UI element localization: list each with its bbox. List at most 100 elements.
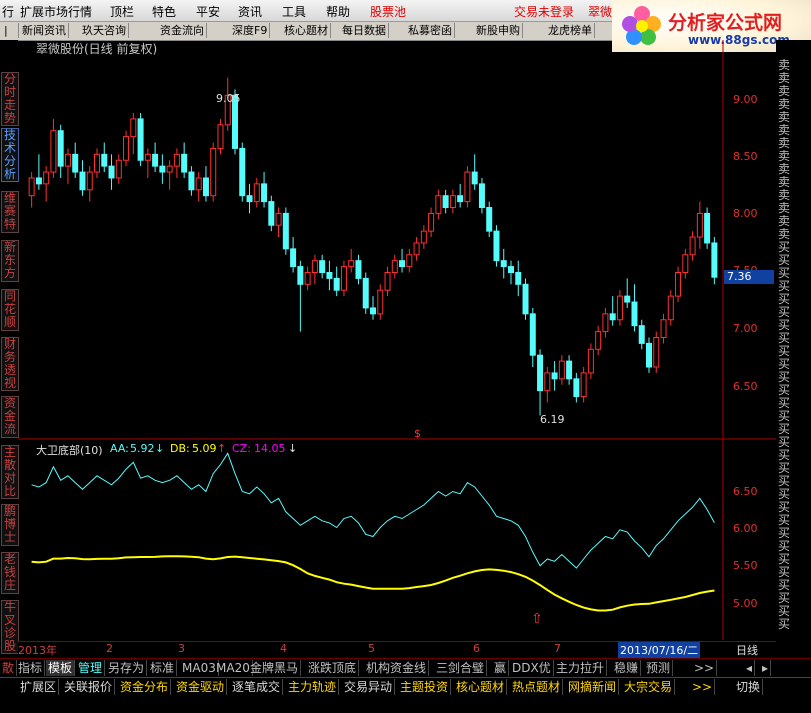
indicator-tab-bar: 散 指标 模板 管理 另存为 标准 MA03 MA20 金牌黑马 涨跌顶底 机构…	[0, 658, 811, 677]
menu-item-tools[interactable]: 工具	[282, 3, 306, 20]
tab-capital-drive[interactable]: 资金驱动	[174, 679, 228, 695]
indicator-db-value: 5.09	[192, 442, 217, 455]
trade-account[interactable]: 翠微	[588, 3, 612, 20]
sidebar-item-tonghuashun[interactable]: 同花顺	[1, 289, 19, 331]
scroll-left-icon[interactable]: ◂	[744, 660, 756, 676]
candle-body	[86, 171, 93, 191]
period-label[interactable]: 日线	[736, 642, 758, 658]
tab-extension[interactable]: 扩展区	[18, 679, 60, 695]
candle-body	[667, 295, 674, 321]
tab-tick-trade[interactable]: 逐笔成交	[230, 679, 284, 695]
menu-item-help[interactable]: 帮助	[326, 3, 350, 20]
tab-inst-capital[interactable]: 机构资金线	[364, 660, 430, 676]
toolbar-capital-flow[interactable]: 资金流向	[158, 23, 207, 38]
candle-body	[609, 313, 616, 321]
candle-body	[348, 260, 355, 268]
candle-body	[653, 336, 660, 368]
tab-capital-dist[interactable]: 资金分布	[118, 679, 172, 695]
indicator-chart[interactable]: ⇧	[18, 440, 776, 640]
candle-body	[64, 153, 71, 167]
menu-item-pingan[interactable]: 平安	[196, 3, 220, 20]
scroll-right-icon[interactable]: ▸	[760, 660, 772, 676]
high-annotation: 9.05	[216, 92, 241, 105]
indicator-tick: 6.00	[733, 522, 758, 535]
tab-more2[interactable]: >>	[690, 679, 716, 695]
sidebar-item-niucha[interactable]: 牛叉诊股	[1, 600, 19, 654]
toolbar-daily-data[interactable]: 每日数据	[340, 23, 389, 38]
toolbar-scroll-left[interactable]: |	[2, 23, 19, 38]
candle-body	[370, 307, 376, 315]
candle-body	[449, 195, 456, 209]
tab-scroll[interactable]: 散	[0, 660, 18, 676]
sidebar-item-timeshare[interactable]: 分时走势	[1, 72, 19, 126]
tab-main-rise[interactable]: 主力拉升	[554, 660, 608, 676]
tab-trade-anomaly[interactable]: 交易异动	[342, 679, 396, 695]
trade-login-status[interactable]: 交易未登录	[514, 3, 574, 20]
tab-win[interactable]: 赢	[492, 660, 510, 676]
tab-standard[interactable]: 标准	[148, 660, 178, 676]
candle-body	[696, 212, 703, 238]
indicator-aa-value: 5.92	[130, 442, 155, 455]
tab-manage[interactable]: 管理	[76, 660, 106, 676]
tab-more[interactable]: >>	[692, 660, 718, 676]
candle-body	[587, 348, 594, 374]
sidebar-item-finance[interactable]: 财务透视	[1, 337, 19, 391]
tab-related-quote[interactable]: 关联报价	[62, 679, 116, 695]
toolbar-f9[interactable]: 深度F9	[230, 23, 271, 38]
tab-web-news[interactable]: 网摘新闻	[566, 679, 620, 695]
tab-gold-horse[interactable]: 金牌黑马	[248, 660, 302, 676]
sidebar-item-main-vs-retail[interactable]: 主散对比	[1, 445, 19, 499]
menu-item-topbar[interactable]: 顶栏	[110, 3, 134, 20]
price-tick: 6.50	[733, 380, 758, 393]
candle-body	[239, 147, 246, 197]
candle-body	[631, 301, 638, 327]
tab-core-theme[interactable]: 核心题材	[454, 679, 508, 695]
toolbar-jiutian[interactable]: 玖天咨询	[80, 23, 129, 38]
tab-hot-theme[interactable]: 热点题材	[510, 679, 564, 695]
menu-item-feature[interactable]: 特色	[152, 3, 176, 20]
tab-main-track[interactable]: 主力轨迹	[286, 679, 340, 695]
sidebar-item-laoqianzhuang[interactable]: 老钱庄	[1, 552, 19, 594]
sidebar-item-xindongfang[interactable]: 新东方	[1, 240, 19, 282]
tab-switch[interactable]: 切换	[734, 679, 764, 695]
toolbar-dragon-tiger[interactable]: 龙虎榜单	[546, 23, 595, 38]
toolbar-news[interactable]: 新闻资讯	[20, 23, 69, 38]
tab-steady[interactable]: 稳赚	[612, 660, 642, 676]
date-month: 6	[473, 642, 480, 655]
menu-item-news[interactable]: 资讯	[238, 3, 262, 20]
sidebar-item-technical[interactable]: 技术分析	[1, 128, 19, 182]
tab-indicator[interactable]: 指标	[16, 660, 46, 676]
menu-item-stockpool[interactable]: 股票池	[370, 3, 406, 20]
candle-body	[500, 260, 507, 268]
tab-block-trade[interactable]: 大宗交易	[622, 679, 676, 695]
toolbar-core-theme[interactable]: 核心题材	[282, 23, 331, 38]
sidebar-item-pengboshi[interactable]: 鹏博士	[1, 504, 19, 546]
candlestick-chart[interactable]: 9.05 6.19 $	[18, 40, 776, 440]
candle-body	[50, 130, 57, 173]
tab-ddx[interactable]: DDX优	[510, 660, 554, 676]
tab-three-swords[interactable]: 三剑合璧	[434, 660, 488, 676]
toolbar-ipo[interactable]: 新股申购	[474, 23, 523, 38]
left-sidebar: 分时走势 技术分析 维赛特 新东方 同花顺 财务透视 资金流 主散对比 鹏博士 …	[0, 40, 19, 673]
menu-item[interactable]: 行	[2, 3, 14, 20]
menu-item-market[interactable]: 扩展市场行情	[20, 3, 92, 20]
aa-line	[31, 452, 715, 569]
tab-save-as[interactable]: 另存为	[106, 660, 148, 676]
tab-forecast[interactable]: 预测	[644, 660, 674, 676]
indicator-aa-label: AA:	[110, 442, 129, 455]
sidebar-item-capital[interactable]: 资金流	[1, 396, 19, 438]
tab-theme-invest[interactable]: 主题投资	[398, 679, 452, 695]
buy-sell-column: 卖卖卖卖卖卖卖卖卖卖卖卖卖卖买买买买买买买买买买买买买买买买买买买买买买买买买买…	[776, 40, 811, 640]
date-month: 3	[178, 642, 185, 655]
toolbar-private-letter[interactable]: 私募密函	[406, 23, 455, 38]
indicator-cz-value: 14.05	[254, 442, 286, 455]
dollar-marker-icon: $	[414, 427, 421, 440]
tab-top-bottom[interactable]: 涨跌顶底	[306, 660, 360, 676]
candle-body	[282, 212, 289, 250]
candle-body	[682, 254, 689, 273]
date-axis: 2013年 2 3 4 5 6 7 2013/07/16/二 日线	[18, 641, 776, 658]
candle-body	[391, 260, 398, 273]
sidebar-item-weisaite[interactable]: 维赛特	[1, 191, 19, 233]
tab-template[interactable]: 模板	[46, 660, 76, 676]
current-price-tag: 7.36	[724, 270, 774, 284]
